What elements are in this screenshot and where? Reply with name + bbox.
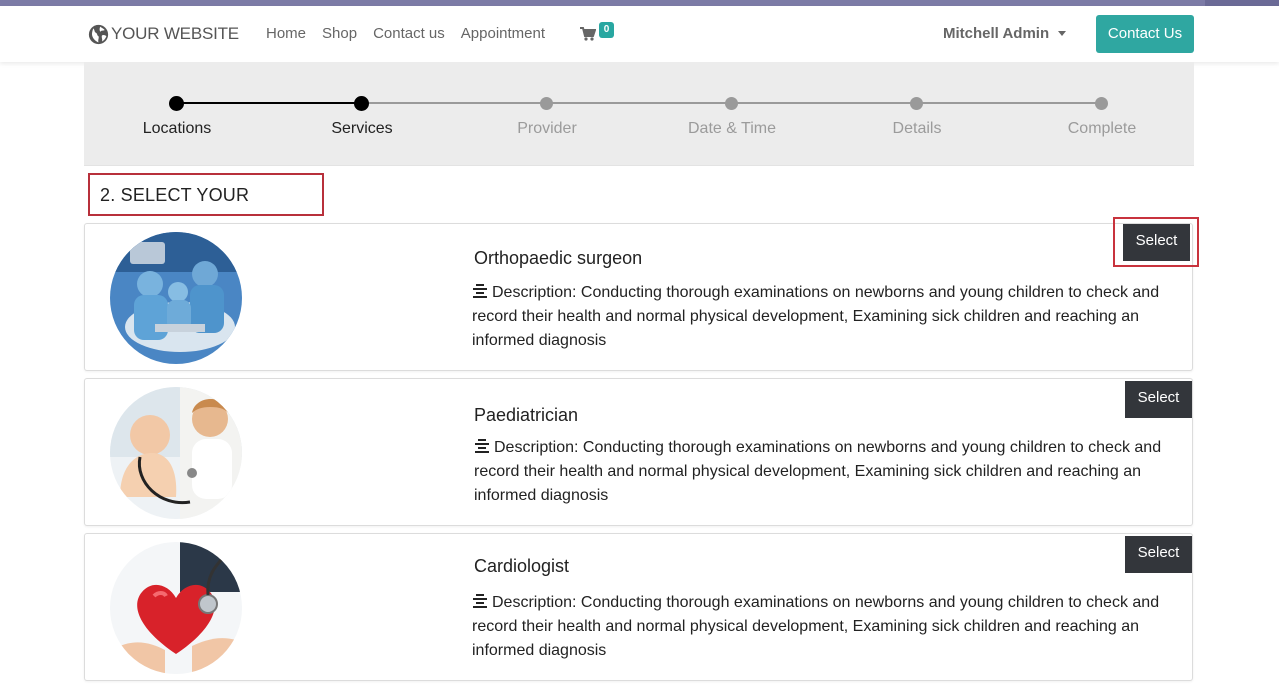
step-dot-details	[910, 97, 923, 110]
step-dot-services	[354, 96, 369, 111]
navbar: YOUR WEBSITE Home Shop Contact us Appoin…	[0, 6, 1279, 62]
step-dot-complete	[1095, 97, 1108, 110]
align-center-icon	[473, 284, 487, 298]
step-dot-locations	[169, 96, 184, 111]
service-description-text: Description: Conducting thorough examina…	[474, 439, 1162, 504]
globe-icon	[88, 24, 109, 44]
nav-shop[interactable]: Shop	[322, 25, 357, 42]
step-label-details: Details	[892, 120, 942, 137]
align-center-icon	[473, 594, 487, 608]
step-label-complete: Complete	[1067, 120, 1137, 137]
service-description: Description: Conducting thorough examina…	[472, 591, 1172, 663]
cart-count-badge: 0	[599, 22, 614, 38]
service-image-heart	[110, 542, 242, 674]
service-card-cardiologist: Cardiologist Description: Conducting tho…	[84, 533, 1193, 681]
step-dot-date-time	[725, 97, 738, 110]
service-description-text: Description: Conducting thorough examina…	[472, 594, 1160, 659]
user-name: Mitchell Admin	[943, 25, 1050, 42]
contact-us-button[interactable]: Contact Us	[1096, 15, 1194, 53]
select-paediatrician-button[interactable]: Select	[1125, 381, 1192, 418]
service-name: Cardiologist	[474, 556, 570, 576]
user-menu[interactable]: Mitchell Admin	[943, 25, 1067, 42]
progress-line-done	[177, 102, 362, 104]
service-card-orthopaedic: Orthopaedic surgeon Description: Conduct…	[84, 223, 1193, 371]
logo-text: YOUR WEBSITE	[111, 24, 239, 43]
step-dot-provider	[540, 97, 553, 110]
select-cardiologist-button[interactable]: Select	[1125, 536, 1192, 573]
main-nav: Home Shop Contact us Appointment	[266, 25, 561, 42]
nav-contact-us[interactable]: Contact us	[373, 25, 445, 42]
cart-button[interactable]: 0	[580, 20, 620, 50]
highlight-annotation-box	[1113, 217, 1199, 267]
service-name: Paediatrician	[474, 405, 579, 425]
service-description: Description: Conducting thorough examina…	[474, 436, 1174, 508]
section-header: 2. SELECT YOUR SERVICE	[84, 168, 1194, 245]
nav-appointment[interactable]: Appointment	[461, 25, 545, 42]
step-label-date-time: Date & Time	[687, 120, 777, 137]
nav-home[interactable]: Home	[266, 25, 306, 42]
step-label-services: Services	[331, 120, 393, 137]
step-label-locations: Locations	[142, 120, 212, 137]
service-description: Description: Conducting thorough examina…	[472, 281, 1172, 353]
service-image-baby-doctor	[110, 387, 242, 519]
service-image-surgeons	[110, 232, 242, 364]
step-label-provider: Provider	[517, 120, 577, 137]
section-title: 2. SELECT YOUR SERVICE	[88, 173, 324, 245]
cart-icon	[580, 27, 596, 41]
site-logo[interactable]: YOUR WEBSITE	[88, 23, 239, 45]
service-name: Orthopaedic surgeon	[474, 248, 643, 268]
booking-progress-stepper: Locations Services Provider Date & Time …	[84, 62, 1194, 166]
service-card-paediatrician: Paediatrician Description: Conducting th…	[84, 378, 1193, 526]
align-center-icon	[475, 439, 489, 453]
caret-down-icon	[1058, 31, 1067, 36]
service-description-text: Description: Conducting thorough examina…	[472, 284, 1160, 349]
